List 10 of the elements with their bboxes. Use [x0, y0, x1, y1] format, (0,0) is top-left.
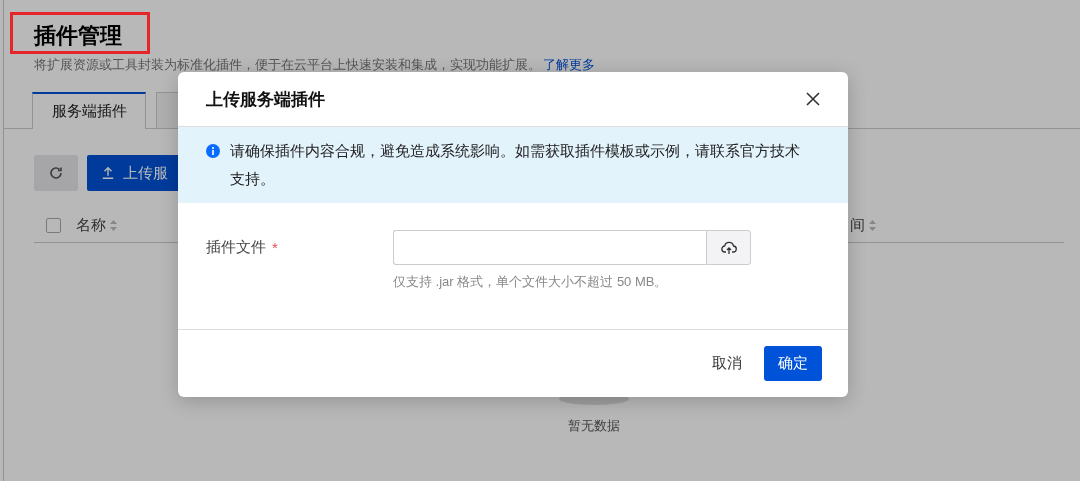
page-description: 将扩展资源或工具封装为标准化插件，便于在云平台上快速安装和集成，实现功能扩展。 — [34, 56, 541, 74]
notice-text: 请确保插件内容合规，避免造成系统影响。如需获取插件模板或示例，请联系官方技术支持。 — [230, 141, 801, 189]
empty-state-text: 暂无数据 — [568, 417, 620, 435]
field-label: 插件文件 — [206, 238, 266, 257]
column-header: 间 — [850, 216, 865, 235]
page-title: 插件管理 — [34, 22, 122, 50]
dialog-title: 上传服务端插件 — [206, 88, 325, 111]
column-header: 名称 — [76, 216, 106, 235]
field-hint: 仅支持 .jar 格式，单个文件大小不超过 50 MB。 — [393, 273, 669, 291]
required-mark: * — [272, 239, 278, 256]
